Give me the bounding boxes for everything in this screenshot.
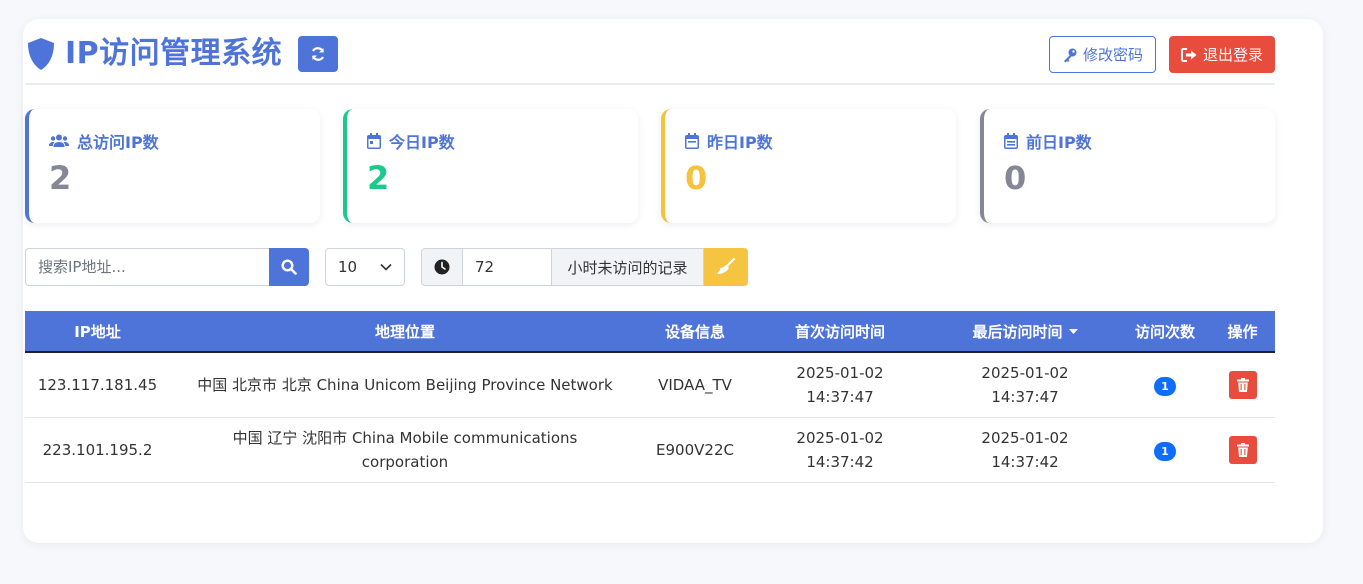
clock-addon [421,248,463,286]
cell-ip: 223.101.195.2 [25,417,170,483]
stat-card-today: 今日IP数 2 [343,109,638,223]
cell-visit-count: 1 [1120,352,1210,418]
column-header-actions: 操作 [1210,311,1275,353]
cleanup-button[interactable] [704,248,748,286]
cell-last-visit: 2025-01-02 14:37:47 [930,352,1120,418]
calendar-icon [367,133,381,149]
visit-count-badge: 1 [1154,442,1176,461]
cell-ip: 123.117.181.45 [25,352,170,418]
stat-label-yesterday: 昨日IP数 [685,129,773,153]
hours-input[interactable] [462,248,552,286]
page-size-select[interactable]: 10 [325,248,405,286]
calendar-icon [1004,133,1018,149]
broom-icon [717,258,736,274]
calendar-icon [685,133,699,149]
column-header-device[interactable]: 设备信息 [640,311,750,353]
stat-label-total: 总访问IP数 [49,129,159,153]
header-actions: 修改密码 退出登录 [1048,36,1275,73]
column-header-visit-count[interactable]: 访问次数 [1120,311,1210,353]
trash-icon [1236,442,1249,457]
cell-actions [1210,417,1275,483]
table-row: 123.117.181.45 中国 北京市 北京 China Unicom Be… [25,352,1275,418]
visit-count-badge: 1 [1154,377,1176,397]
column-header-ip[interactable]: IP地址 [25,311,170,353]
cell-first-visit: 2025-01-02 14:37:47 [750,352,930,418]
trash-icon [1236,377,1249,392]
change-password-button[interactable]: 修改密码 [1048,36,1156,73]
users-icon [49,134,69,147]
shield-icon [28,38,54,70]
clock-icon [434,259,450,275]
stat-value-day-before: 0 [1004,159,1027,197]
delete-button[interactable] [1228,435,1257,464]
cell-location: 中国 辽宁 沈阳市 China Mobile communications co… [170,417,640,483]
search-button[interactable] [269,248,309,286]
cell-device: VIDAA_TV [640,352,750,418]
sign-out-icon [1180,47,1197,62]
chevron-down-icon [380,263,392,271]
ip-table: IP地址 地理位置 设备信息 首次访问时间 最后访问时间 访问次数 操作 123… [25,311,1275,483]
search-icon [281,259,297,275]
table-header-row: IP地址 地理位置 设备信息 首次访问时间 最后访问时间 访问次数 操作 [25,311,1275,353]
stat-value-today: 2 [367,159,390,197]
refresh-button[interactable] [298,36,339,72]
refresh-icon [312,47,325,61]
logout-label: 退出登录 [1202,47,1263,64]
cell-first-visit: 2025-01-02 14:37:42 [750,417,930,483]
delete-button[interactable] [1228,370,1257,399]
stat-value-total: 2 [49,159,72,197]
change-password-label: 修改密码 [1082,47,1143,64]
stat-card-yesterday: 昨日IP数 0 [661,109,956,223]
cell-device: E900V22C [640,417,750,483]
stat-card-total: 总访问IP数 2 [25,109,320,223]
page-size-value: 10 [338,258,358,276]
key-icon [1063,48,1077,62]
stat-label-day-before: 前日IP数 [1004,129,1092,153]
column-header-location[interactable]: 地理位置 [170,311,640,353]
search-input[interactable] [25,248,270,286]
stat-card-day-before: 前日IP数 0 [980,109,1275,223]
cell-last-visit: 2025-01-02 14:37:42 [930,417,1120,483]
filter-toolbar: 10 小时未访问的记录 [25,248,1275,286]
hours-suffix: 小时未访问的记录 [551,248,704,286]
page-header: IP访问管理系统 修改密码 退出登录 [25,35,1275,85]
page-title: IP访问管理系统 [65,36,283,71]
stat-value-yesterday: 0 [685,159,708,197]
sort-desc-icon [1068,329,1078,334]
logout-button[interactable]: 退出登录 [1168,36,1275,73]
table-row: 223.101.195.2 中国 辽宁 沈阳市 China Mobile com… [25,417,1275,483]
cell-location: 中国 北京市 北京 China Unicom Beijing Province … [170,352,640,418]
cell-visit-count: 1 [1120,417,1210,483]
title-group: IP访问管理系统 [25,36,339,72]
column-header-last-visit[interactable]: 最后访问时间 [930,311,1120,353]
column-header-first-visit[interactable]: 首次访问时间 [750,311,930,353]
stat-label-today: 今日IP数 [367,129,455,153]
cell-actions [1210,352,1275,418]
stats-row: 总访问IP数 2 今日IP数 2 昨日IP数 0 前日IP数 0 [25,109,1275,223]
